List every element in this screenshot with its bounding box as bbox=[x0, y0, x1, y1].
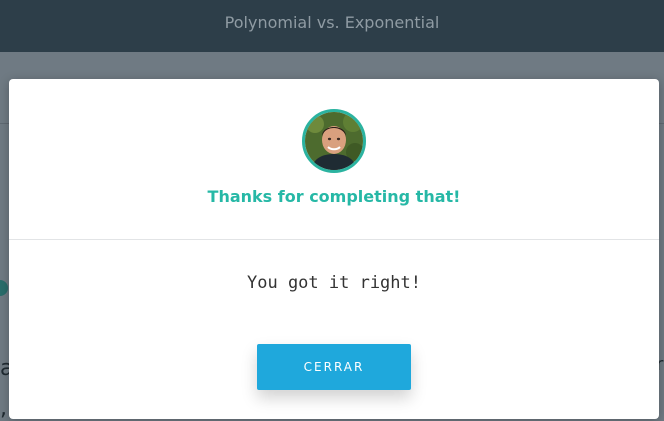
background-text-fragment: , bbox=[0, 396, 7, 421]
modal-divider bbox=[9, 239, 659, 240]
close-button[interactable]: CERRAR bbox=[257, 344, 411, 390]
page-title: Polynomial vs. Exponential bbox=[224, 12, 440, 32]
result-message: You got it right! bbox=[247, 273, 421, 293]
completion-modal: Thanks for completing that! You got it r… bbox=[9, 79, 659, 419]
avatar-photo-icon bbox=[305, 112, 363, 170]
top-bar: Polynomial vs. Exponential bbox=[0, 0, 664, 52]
avatar bbox=[302, 109, 366, 173]
modal-title: Thanks for completing that! bbox=[207, 187, 461, 206]
